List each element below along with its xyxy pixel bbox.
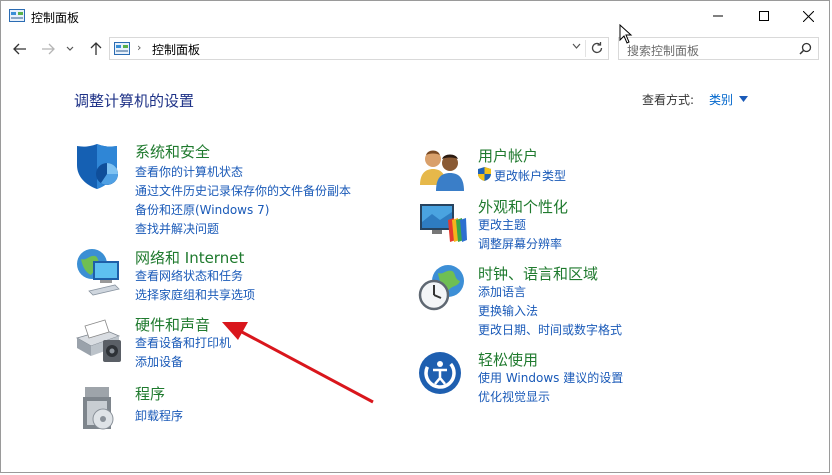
view-by-dropdown-icon[interactable] [739,96,748,102]
forward-button[interactable] [38,39,58,59]
link-date-time-format[interactable]: 更改日期、时间或数字格式 [478,321,622,338]
arrow-up-icon [90,42,102,55]
link-screen-resolution[interactable]: 调整屏幕分辨率 [478,235,562,252]
link-optimize-visual-display[interactable]: 优化视觉显示 [478,388,550,405]
refresh-icon[interactable] [590,41,604,55]
address-separator [585,40,586,57]
search-box[interactable]: 搜索控制面板 [618,37,819,60]
appearance-monitor-icon[interactable] [418,196,468,246]
search-icon[interactable] [799,42,812,55]
programs-icon[interactable] [75,383,125,433]
clock-globe-icon[interactable] [418,263,468,313]
link-troubleshoot[interactable]: 查找并解决问题 [135,220,219,237]
category-title-user-accounts[interactable]: 用户帐户 [478,145,538,166]
link-add-device[interactable]: 添加设备 [135,353,183,370]
view-by-dropdown[interactable]: 类别 [709,91,733,108]
maximize-button[interactable] [741,1,787,31]
control-panel-location-icon [114,42,130,55]
link-change-account-type[interactable]: 更改帐户类型 [494,167,566,184]
link-backup-restore[interactable]: 备份和还原(Windows 7) [135,201,269,218]
link-change-theme[interactable]: 更改主题 [478,216,526,233]
arrow-right-icon [42,43,55,55]
user-accounts-icon[interactable] [418,145,468,195]
search-placeholder: 搜索控制面板 [627,44,700,58]
minimize-button[interactable] [695,1,741,31]
maximize-icon [759,11,769,21]
link-view-computer-status[interactable]: 查看你的计算机状态 [135,163,243,180]
shield-icon[interactable] [75,141,125,191]
ease-of-access-icon[interactable] [418,349,468,399]
minimize-icon [713,15,723,17]
category-title-appearance[interactable]: 外观和个性化 [478,196,568,217]
link-homegroup-sharing[interactable]: 选择家庭组和共享选项 [135,286,255,303]
page-heading: 调整计算机的设置 [74,92,195,110]
category-title-programs[interactable]: 程序 [135,383,165,404]
category-title-network-internet[interactable]: 网络和 Internet [135,247,244,268]
category-title-system-security[interactable]: 系统和安全 [135,141,210,162]
category-title-hardware-sound[interactable]: 硬件和声音 [135,314,210,335]
link-change-input-method[interactable]: 更换输入法 [478,302,538,319]
chevron-down-icon [66,46,74,51]
recent-locations-button[interactable] [63,39,77,59]
link-uninstall-program[interactable]: 卸载程序 [135,407,183,424]
link-network-status[interactable]: 查看网络状态和任务 [135,267,243,284]
control-panel-window: 控制面板 › 控制面板 搜索控制面板 调整计算机的设置 查看方式: 类别 系统和… [0,0,830,473]
breadcrumb-separator[interactable]: › [137,41,141,54]
close-icon [802,10,814,22]
breadcrumb-control-panel[interactable]: 控制面板 [152,41,200,58]
link-devices-printers[interactable]: 查看设备和打印机 [135,334,231,351]
back-button[interactable] [10,39,30,59]
arrow-left-icon [13,43,26,55]
mouse-cursor-icon [619,24,633,44]
up-button[interactable] [86,39,106,59]
address-bar[interactable]: › 控制面板 [109,37,609,60]
window-title: 控制面板 [31,11,80,25]
control-panel-app-icon [9,9,25,22]
address-dropdown-icon[interactable] [572,43,581,50]
view-by-label: 查看方式: [642,93,695,107]
close-button[interactable] [785,1,831,31]
category-title-ease-of-access[interactable]: 轻松使用 [478,349,538,370]
link-windows-recommended-settings[interactable]: 使用 Windows 建议的设置 [478,369,623,386]
network-globe-icon[interactable] [75,247,125,297]
link-add-language[interactable]: 添加语言 [478,283,526,300]
link-file-history[interactable]: 通过文件历史记录保存你的文件备份副本 [135,182,351,199]
printer-speaker-icon[interactable] [75,314,125,364]
uac-shield-icon [478,167,491,181]
title-bar[interactable]: 控制面板 [1,1,829,32]
category-title-clock-language-region[interactable]: 时钟、语言和区域 [478,263,598,284]
navigation-bar: › 控制面板 搜索控制面板 [1,35,829,63]
